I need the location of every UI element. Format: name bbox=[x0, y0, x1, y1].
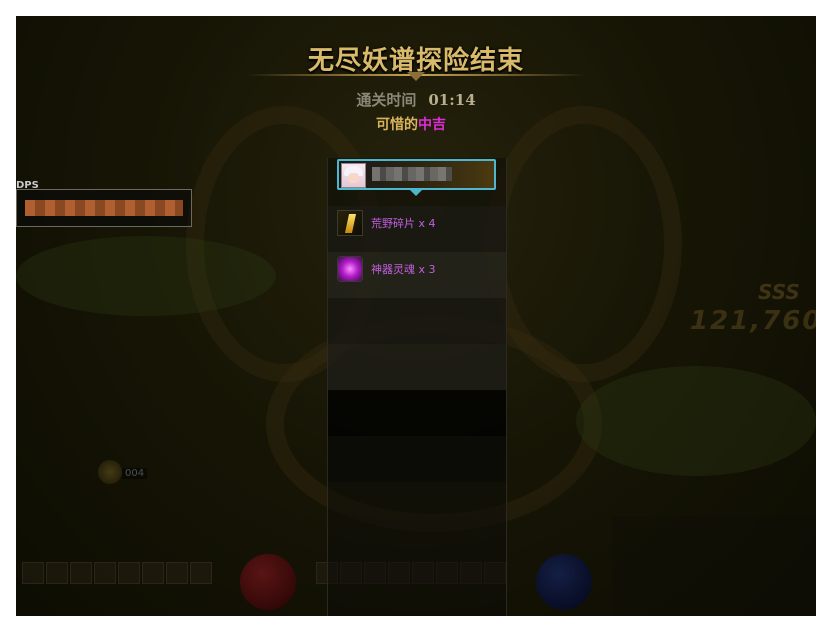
avatar bbox=[341, 163, 366, 188]
panel-row bbox=[328, 298, 506, 344]
clear-time-value: 01:14 bbox=[428, 91, 476, 109]
dps-bar-redacted bbox=[25, 200, 183, 216]
title-divider-arrow-icon bbox=[407, 72, 425, 81]
clear-time-row: 通关时间 01:14 bbox=[16, 89, 816, 110]
fragment-icon bbox=[337, 210, 363, 236]
reward-text: 神器灵魂 x 3 bbox=[371, 263, 436, 276]
card-pointer-icon bbox=[408, 188, 424, 196]
artifact-soul-icon bbox=[337, 256, 363, 282]
rating-grade: 中吉 bbox=[418, 117, 446, 133]
reward-item[interactable]: 神器灵魂 x 3 bbox=[337, 256, 436, 282]
panel-row bbox=[328, 344, 506, 390]
rating-prefix: 可惜的 bbox=[376, 117, 418, 133]
game-viewport: 004 SSS 121,760 DPS 无尽妖谱探险结束 通关时间 01:14 可… bbox=[16, 16, 816, 616]
panel-row bbox=[328, 436, 506, 482]
reward-text: 荒野碎片 x 4 bbox=[371, 217, 436, 230]
panel-row bbox=[328, 390, 506, 436]
reward-item[interactable]: 荒野碎片 x 4 bbox=[337, 210, 436, 236]
dps-meter bbox=[16, 189, 192, 227]
clear-time-label: 通关时间 bbox=[356, 91, 417, 109]
player-name-redacted bbox=[372, 167, 452, 181]
fortune-rating: 可惜的中吉 bbox=[376, 114, 476, 134]
player-card[interactable] bbox=[337, 159, 496, 190]
